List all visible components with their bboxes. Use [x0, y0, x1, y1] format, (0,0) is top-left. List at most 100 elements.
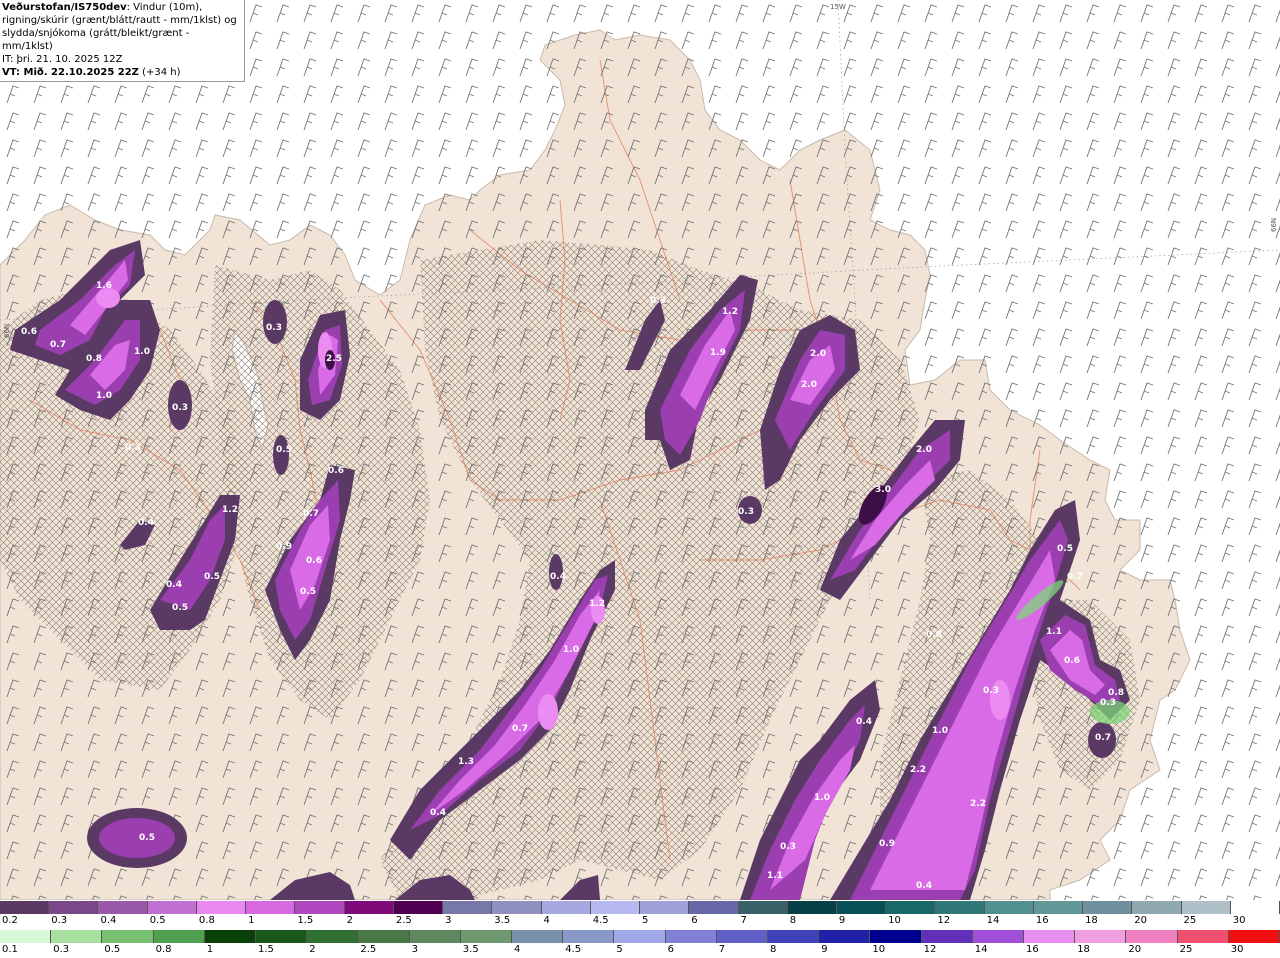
precip-value-label: 1.2	[722, 307, 738, 317]
legend-swatch	[307, 930, 359, 943]
precip-value-label: 0.4	[856, 717, 872, 727]
rain-legend-bar	[0, 930, 1280, 943]
legend-swatch	[787, 901, 837, 914]
precip-value-label: 0.7	[1067, 572, 1083, 582]
legend-swatch	[1024, 930, 1076, 943]
precip-value-label: 1.3	[458, 757, 474, 767]
precip-value-label: 0.4	[166, 580, 182, 590]
precip-value-label: 0.8	[926, 630, 942, 640]
legend-swatch	[0, 901, 50, 914]
precip-value-label: 0.6	[328, 466, 344, 476]
legend-label: 0.3	[51, 915, 68, 926]
legend-swatch	[256, 930, 308, 943]
legend-label: 0.1	[2, 944, 18, 955]
title-line-1: Veðurstofan/IS750dev: Vindur (10m),	[2, 1, 242, 14]
precip-value-label: 1.0	[932, 726, 948, 736]
title-line-2: rigning/skúrir (grænt/blátt/rautt - mm/1…	[2, 15, 237, 26]
precip-value-label: 0.9	[879, 839, 895, 849]
legend-swatch	[689, 901, 739, 914]
legend-swatch	[1230, 901, 1280, 914]
precip-value-label: 0.7	[1095, 733, 1111, 743]
legend-label: 25	[1179, 944, 1193, 955]
precip-value-label: 1.0	[96, 391, 112, 401]
legend-swatch	[563, 930, 615, 943]
precip-value-label: 2.2	[970, 799, 986, 809]
legend-swatch	[153, 930, 205, 943]
legend-label: 5	[642, 915, 649, 926]
precip-value-label: 1.1	[1046, 627, 1062, 637]
legend-label: 0.3	[53, 944, 70, 955]
legend-label: 20	[1128, 944, 1142, 955]
precip-value-label: 0.7	[303, 509, 319, 519]
legend-swatch	[541, 901, 591, 914]
precip-value-label: 1.0	[563, 645, 579, 655]
grid-label-66n-left: 66N	[3, 324, 11, 338]
legend-label: 8	[789, 915, 797, 926]
legend-swatch	[921, 930, 973, 943]
precip-value-label: 0.7	[512, 724, 528, 734]
legend-swatch	[1228, 930, 1280, 943]
grid-label-66n-right: 66N	[1270, 218, 1278, 232]
legend-swatch	[196, 901, 247, 914]
issue-time: IT: þri. 21. 10. 2025 12Z	[2, 54, 123, 65]
legend-label: 1	[206, 944, 214, 955]
legend-label: 18	[1085, 915, 1098, 926]
legend-label: 3	[445, 915, 452, 926]
legend-label: 12	[923, 944, 937, 955]
precip-value-label: 0.5	[139, 833, 155, 843]
legend-label: 0.8	[198, 915, 215, 926]
legend-label: 4.5	[592, 915, 609, 926]
precip-value-label: 0.3	[266, 323, 282, 333]
legend-swatch	[49, 901, 99, 914]
legend-label: 7	[718, 944, 726, 955]
title-line-3: slydda/snjókoma (grátt/bleikt/grænt - mm…	[2, 28, 190, 52]
precip-value-label: 0.5	[204, 572, 220, 582]
legend-label: 8	[770, 944, 777, 955]
precip-value-label: 0.3	[125, 443, 141, 453]
lead-time: (+34 h)	[138, 67, 181, 78]
legend-label: 10	[888, 915, 901, 926]
legend-label: 4	[514, 944, 521, 955]
legend-swatch	[819, 930, 871, 943]
legend-label: 0.2	[2, 915, 18, 926]
legend-swatch	[492, 901, 542, 914]
precip-value-label: 0.5	[276, 445, 292, 455]
legend-swatch	[147, 901, 197, 914]
legend-label: 16	[1035, 915, 1049, 926]
legend-swatch	[204, 930, 257, 943]
legend-swatch	[870, 930, 922, 943]
precip-value-label: 3.0	[875, 485, 891, 495]
precip-value-label: 1.0	[134, 347, 150, 357]
wind-barbs	[0, 0, 1280, 900]
precip-value-label: 1.2	[222, 505, 238, 515]
precip-value-label: 0.3	[1100, 698, 1116, 708]
legend-swatch	[98, 901, 148, 914]
legend-label: 2	[346, 915, 353, 926]
precip-value-label: 0.9	[276, 542, 292, 552]
legend-label: 4.5	[565, 944, 582, 955]
precip-value-label: 0.5	[1057, 544, 1073, 554]
legend-swatch	[1181, 901, 1231, 914]
precip-value-label: 0.6	[1064, 656, 1080, 666]
precip-value-label: 0.6	[306, 556, 322, 566]
precip-value-label: 0.3	[650, 296, 666, 306]
legend-swatch	[512, 930, 564, 943]
grid-label-15w: 15W	[830, 3, 846, 11]
legend-swatch	[614, 930, 666, 943]
legend-label: 1.5	[258, 944, 274, 955]
precip-value-label: 0.5	[172, 603, 188, 613]
precip-value-label: 0.8	[1108, 688, 1124, 698]
legend-label: 0.5	[104, 944, 121, 955]
legend-label: 3.5	[494, 915, 511, 926]
legend-label: 1	[248, 915, 255, 926]
legend-swatch	[460, 930, 513, 943]
valid-time: VT: Mið. 22.10.2025 22Z	[2, 67, 139, 78]
legend-label: 0.4	[100, 915, 117, 926]
precip-value-label: 1.2	[589, 599, 605, 609]
precip-value-label: 2.5	[326, 354, 342, 364]
legend-label: 18	[1077, 944, 1090, 955]
precip-value-label: 1.0	[814, 793, 830, 803]
snow-legend-bar	[0, 901, 1280, 914]
legend-swatch	[295, 901, 345, 914]
legend-swatch	[886, 901, 936, 914]
